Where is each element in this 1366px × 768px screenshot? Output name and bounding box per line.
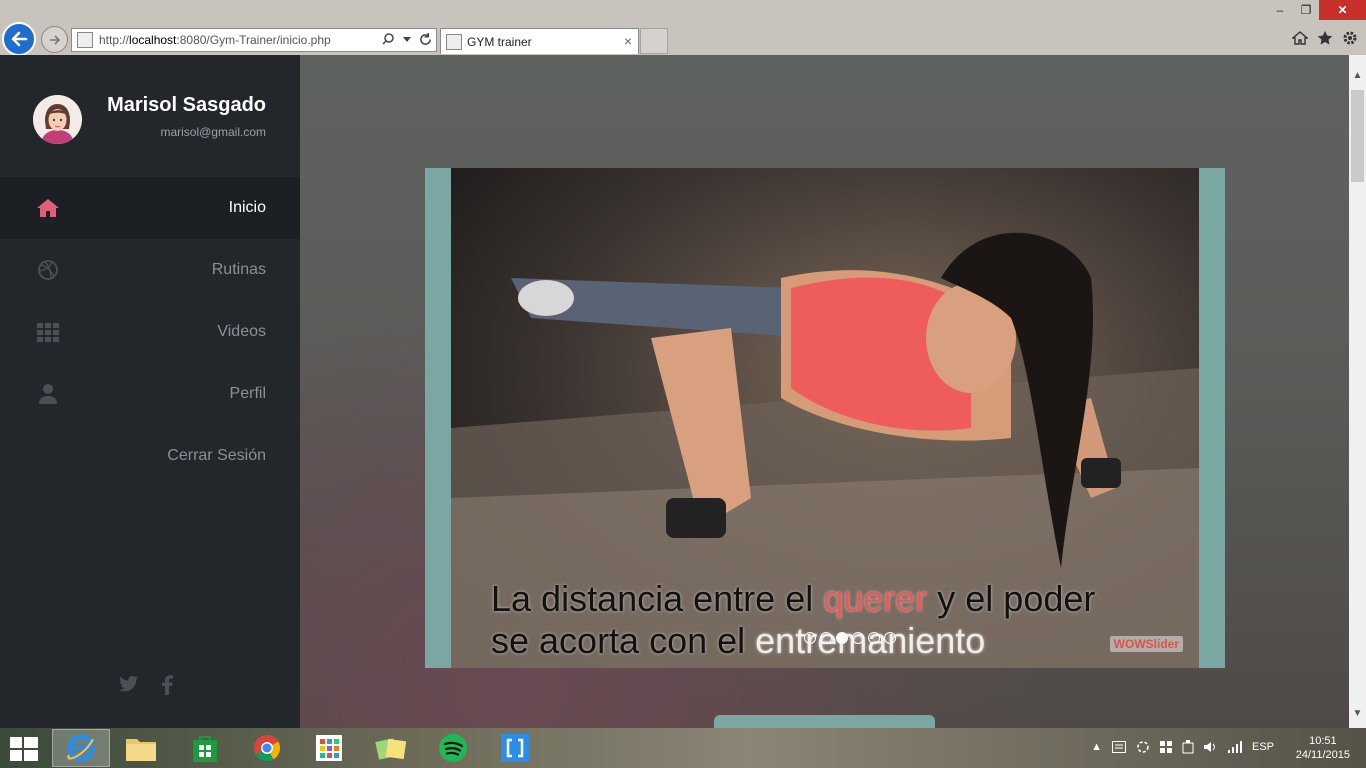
brackets-icon [501, 734, 529, 762]
sidebar-item-inicio[interactable]: Inicio [0, 177, 300, 239]
sidebar-item-rutinas[interactable]: Rutinas [0, 239, 300, 301]
slide-image[interactable]: La distancia entre el querer y el poder … [451, 168, 1199, 668]
browser-chrome: http://localhost:8080/Gym-Trainer/inicio… [0, 0, 1366, 56]
sidebar-item-label: Videos [217, 323, 266, 340]
back-button[interactable] [2, 22, 36, 56]
sidebar-item-label: Cerrar Sesión [167, 447, 266, 464]
spotify-icon [439, 734, 467, 762]
minimize-button[interactable]: ‒ [1267, 0, 1293, 20]
scroll-thumb[interactable] [1351, 90, 1364, 182]
store-icon [193, 736, 217, 762]
url-text: http://localhost:8080/Gym-Trainer/inicio… [99, 33, 331, 47]
language-indicator[interactable]: ESP [1252, 741, 1274, 753]
slider-dot[interactable] [884, 632, 896, 644]
sidebar-item-label: Inicio [228, 199, 266, 216]
sidebar: Marisol Sasgado marisol@gmail.com Inicio… [0, 55, 300, 728]
slider-pagination [804, 632, 896, 644]
forward-button[interactable] [41, 26, 68, 53]
star-icon[interactable] [1317, 30, 1333, 46]
gear-icon[interactable] [1342, 30, 1358, 46]
sync-icon[interactable] [1136, 740, 1150, 754]
slider-dot-active[interactable] [836, 632, 848, 644]
tray-expand-icon[interactable]: ▲ [1091, 741, 1102, 753]
home-icon [37, 199, 59, 217]
arrow-right-icon [49, 34, 60, 45]
taskbar-chrome[interactable] [238, 729, 296, 767]
clock-date: 24/11/2015 [1295, 749, 1350, 761]
dribbble-icon [38, 260, 58, 280]
taskbar-file-explorer[interactable] [112, 729, 170, 767]
tab-close-icon[interactable]: × [624, 33, 632, 49]
scroll-down-icon[interactable]: ▼ [1349, 705, 1366, 722]
folder-icon [126, 739, 156, 761]
twitter-icon[interactable] [119, 675, 139, 693]
keyboard-icon[interactable] [1111, 741, 1126, 753]
tab-favicon-icon [446, 33, 462, 50]
user-icon [39, 384, 57, 404]
clock-time: 10:51 [1309, 735, 1337, 747]
close-window-button[interactable]: ✕ [1319, 0, 1366, 20]
apps-grid-icon [316, 735, 342, 761]
user-email: marisol@gmail.com [160, 125, 266, 139]
image-slider: La distancia entre el querer y el poder … [425, 168, 1225, 668]
user-name: Marisol Sasgado [107, 94, 266, 116]
internet-explorer-icon [67, 734, 95, 762]
taskbar-internet-explorer[interactable] [52, 729, 110, 767]
taskbar-sticky-notes[interactable] [362, 729, 420, 767]
chrome-icon [254, 735, 281, 762]
taskbar-clock[interactable]: 10:51 24/11/2015 [1296, 734, 1350, 762]
address-bar[interactable]: http://localhost:8080/Gym-Trainer/inicio… [71, 28, 437, 52]
tab-gym-trainer[interactable]: GYM trainer × [440, 28, 639, 54]
restore-button[interactable]: ❐ [1293, 0, 1319, 20]
network-icon[interactable] [1227, 741, 1242, 753]
sidebar-item-label: Rutinas [211, 261, 266, 278]
page-scrollbar[interactable]: ▲ ▼ [1349, 55, 1366, 728]
sticky-notes-icon [375, 738, 407, 760]
slider-dot[interactable] [868, 632, 880, 644]
dropdown-icon[interactable] [403, 35, 411, 43]
taskbar-store[interactable] [176, 729, 234, 767]
slide-caption: La distancia entre el querer y el poder … [491, 578, 1096, 661]
refresh-icon[interactable] [419, 32, 432, 46]
wowslider-watermark[interactable]: WOWSlider [1109, 636, 1183, 652]
tab-title: GYM trainer [467, 34, 532, 49]
taskbar-spotify[interactable] [424, 729, 482, 767]
new-tab-button[interactable] [640, 28, 668, 54]
volume-icon[interactable] [1203, 741, 1218, 753]
home-icon[interactable] [1292, 30, 1308, 46]
grid-icon [37, 323, 59, 342]
sidebar-item-perfil[interactable]: Perfil [0, 363, 300, 425]
sidebar-menu: Inicio Rutinas Videos Perfil Cerrar Sesi… [0, 177, 300, 487]
windows-start-icon[interactable] [10, 737, 38, 761]
main-content: La distancia entre el querer y el poder … [300, 55, 1349, 745]
windows-taskbar: ▲ ESP 10:51 24/11/2015 [0, 728, 1366, 768]
user-profile: Marisol Sasgado marisol@gmail.com [0, 55, 300, 177]
sidebar-item-cerrar-sesion[interactable]: Cerrar Sesión [0, 425, 300, 487]
facebook-icon[interactable] [161, 675, 173, 695]
page-favicon-icon [77, 32, 93, 48]
browser-toolbar-icons [1292, 30, 1358, 46]
slider-dot[interactable] [820, 632, 832, 644]
slider-dot[interactable] [852, 632, 864, 644]
power-icon[interactable] [1182, 740, 1194, 754]
system-tray: ▲ ESP [1091, 740, 1274, 754]
taskbar-brackets[interactable] [486, 729, 544, 767]
social-links [119, 675, 173, 695]
sidebar-item-label: Perfil [229, 385, 266, 402]
arrow-left-icon [11, 31, 28, 47]
window-controls: ‒ ❐ ✕ [1267, 0, 1366, 20]
taskbar-apps[interactable] [300, 729, 358, 767]
avatar[interactable] [33, 95, 82, 144]
scroll-up-icon[interactable]: ▲ [1349, 67, 1366, 84]
avatar-illustration-icon [33, 95, 82, 144]
search-icon[interactable] [381, 32, 395, 46]
windows-icon[interactable] [1159, 741, 1172, 753]
sidebar-item-videos[interactable]: Videos [0, 301, 300, 363]
slider-dot[interactable] [804, 632, 816, 644]
